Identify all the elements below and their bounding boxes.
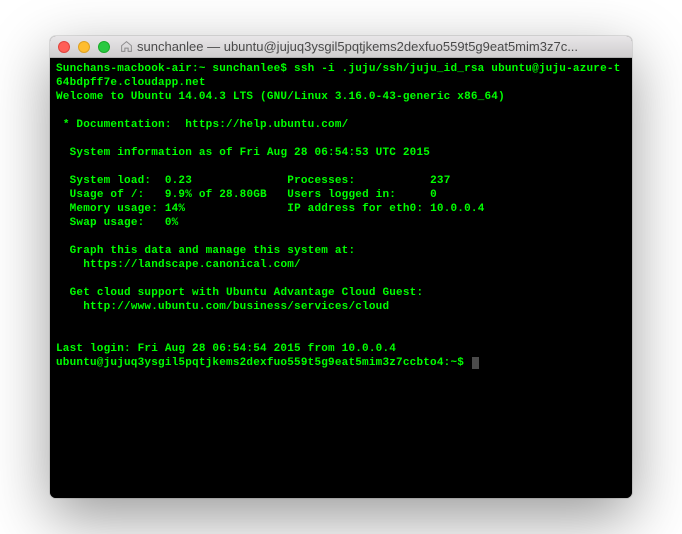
window-title: sunchanlee — ubuntu@jujuq3ysgil5pqtjkems… xyxy=(137,39,578,54)
ip-label: IP address for eth0: xyxy=(287,203,430,215)
titlebar[interactable]: sunchanlee — ubuntu@jujuq3ysgil5pqtjkems… xyxy=(50,36,632,58)
blank-line xyxy=(56,314,626,328)
local-prompt: Sunchans-macbook-air:~ sunchanlee$ xyxy=(56,63,294,75)
blank-line xyxy=(56,230,626,244)
users-label: Users logged in: xyxy=(287,189,430,201)
remote-prompt: ubuntu@jujuq3ysgil5pqtjkems2dexfuo559t5g… xyxy=(56,357,471,369)
cursor xyxy=(472,357,479,369)
blank-line xyxy=(56,104,626,118)
ssh-command-line: Sunchans-macbook-air:~ sunchanlee$ ssh -… xyxy=(56,62,626,90)
blank-line xyxy=(56,272,626,286)
title-wrap: sunchanlee — ubuntu@jujuq3ysgil5pqtjkems… xyxy=(120,39,624,54)
cloud-line: Get cloud support with Ubuntu Advantage … xyxy=(56,286,626,300)
home-icon xyxy=(120,40,133,53)
sysinfo-header: System information as of Fri Aug 28 06:5… xyxy=(56,146,626,160)
stat-row-2: Usage of /: 9.9% of 28.80GB Users logged… xyxy=(56,188,626,202)
system-load-value: 0.23 xyxy=(165,175,192,187)
terminal-window: sunchanlee — ubuntu@jujuq3ysgil5pqtjkems… xyxy=(50,36,632,498)
spacer xyxy=(267,189,287,201)
processes-label: Processes: xyxy=(287,175,430,187)
stat-row-4: Swap usage: 0% xyxy=(56,216,626,230)
usage-value: 9.9% of 28.80GB xyxy=(165,189,267,201)
spacer xyxy=(192,175,287,187)
blank-line xyxy=(56,328,626,342)
ip-value: 10.0.0.4 xyxy=(430,203,484,215)
cloud-url: http://www.ubuntu.com/business/services/… xyxy=(56,300,626,314)
graph-line: Graph this data and manage this system a… xyxy=(56,244,626,258)
stat-row-1: System load: 0.23 Processes: 237 xyxy=(56,174,626,188)
swap-value: 0% xyxy=(165,217,179,229)
blank-line xyxy=(56,160,626,174)
maximize-button[interactable] xyxy=(98,41,110,53)
documentation-line: * Documentation: https://help.ubuntu.com… xyxy=(56,118,626,132)
welcome-line: Welcome to Ubuntu 14.04.3 LTS (GNU/Linux… xyxy=(56,90,626,104)
spacer xyxy=(185,203,287,215)
processes-value: 237 xyxy=(430,175,450,187)
traffic-lights xyxy=(58,41,110,53)
graph-url: https://landscape.canonical.com/ xyxy=(56,258,626,272)
last-login-line: Last login: Fri Aug 28 06:54:54 2015 fro… xyxy=(56,342,626,356)
swap-label: Swap usage: xyxy=(56,217,165,229)
users-value: 0 xyxy=(430,189,437,201)
blank-line xyxy=(56,132,626,146)
system-load-label: System load: xyxy=(56,175,165,187)
memory-value: 14% xyxy=(165,203,185,215)
doc-url: https://help.ubuntu.com/ xyxy=(185,119,348,131)
stat-row-3: Memory usage: 14% IP address for eth0: 1… xyxy=(56,202,626,216)
remote-prompt-line: ubuntu@jujuq3ysgil5pqtjkems2dexfuo559t5g… xyxy=(56,356,626,370)
usage-label: Usage of /: xyxy=(56,189,165,201)
terminal-body[interactable]: Sunchans-macbook-air:~ sunchanlee$ ssh -… xyxy=(50,58,632,498)
memory-label: Memory usage: xyxy=(56,203,165,215)
minimize-button[interactable] xyxy=(78,41,90,53)
doc-label: * Documentation: xyxy=(56,119,185,131)
close-button[interactable] xyxy=(58,41,70,53)
